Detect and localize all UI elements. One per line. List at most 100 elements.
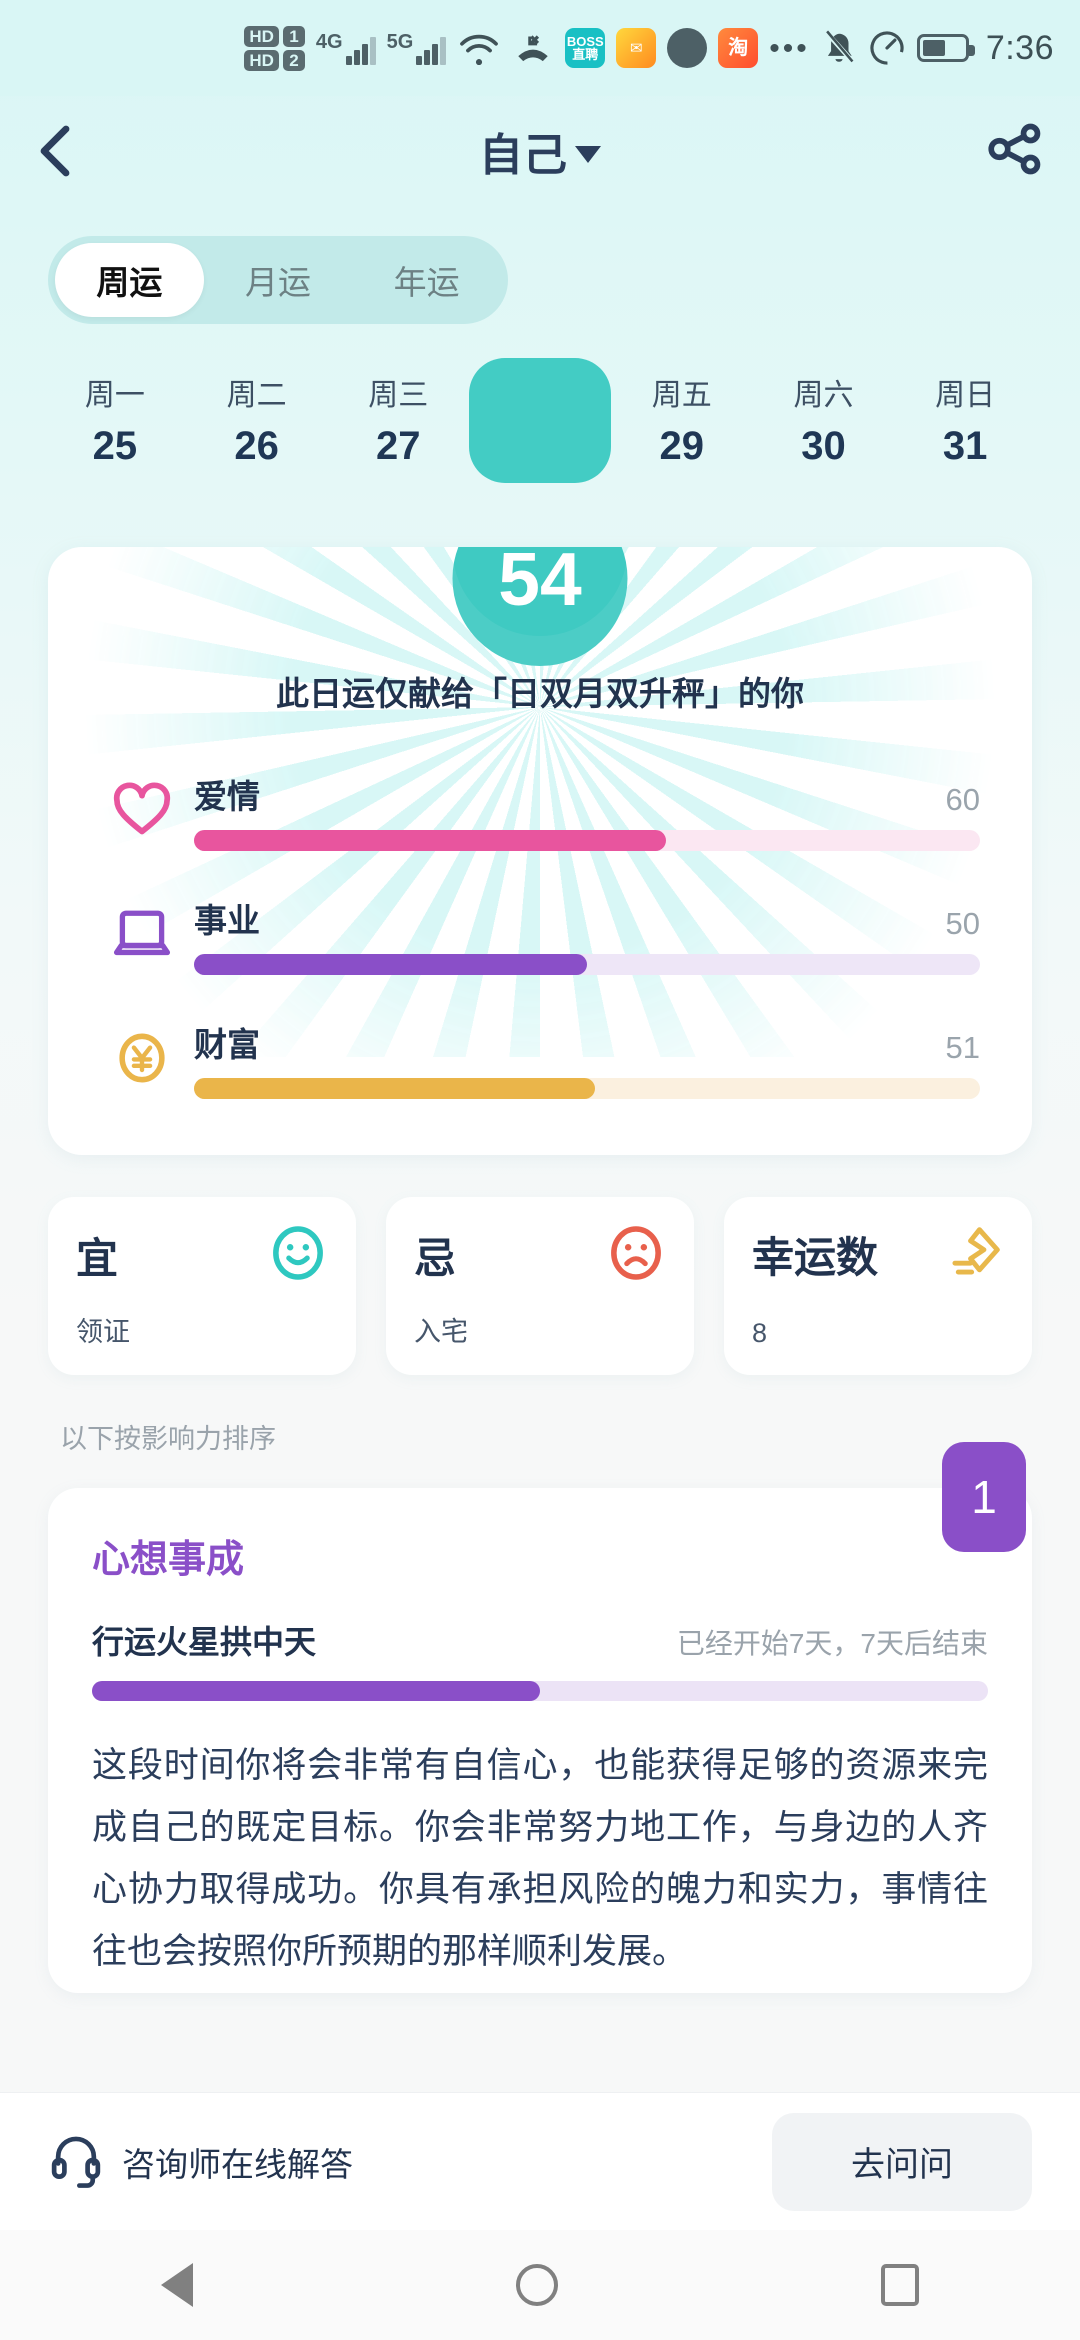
hd-label-2: HD (244, 49, 279, 71)
day-name: 周一 (84, 379, 145, 412)
day-item-today[interactable]: 周四 今天 28 (469, 358, 611, 483)
fortune-score-card: 54 此日运仅献给「日双月双升秤」的你 爱情 60 事业 50 财富 51 (48, 547, 1032, 1155)
taobao-app-icon: 淘 (718, 28, 759, 68)
stat-label: 财富 (194, 1025, 260, 1063)
day-number: 26 (234, 424, 279, 468)
nav-home-icon[interactable] (515, 2264, 558, 2306)
bell-muted-icon (821, 29, 857, 67)
day-item-5[interactable]: 周六 30 (753, 358, 895, 483)
event-subtitle: 行运火星拱中天 (92, 1624, 317, 1660)
nav-back-icon[interactable] (161, 2263, 194, 2307)
card-subtitle: 领证 (76, 1317, 130, 1347)
chat-bubble-icon (667, 28, 708, 68)
sim-number-2: 2 (282, 49, 305, 71)
day-name: 周六 (793, 379, 854, 412)
event-progress-track (92, 1681, 988, 1701)
hd-label-1: HD (244, 25, 279, 47)
event-card-wrapper: 1 心想事成 行运火星拱中天 已经开始7天，7天后结束 这段时间你将会非常有自信… (48, 1442, 1032, 1993)
consultant-bottom-bar: 咨询师在线解答 去问问 (0, 2092, 1080, 2230)
signal-bars-icon-1 (345, 35, 376, 65)
status-bar: HD 1 HD 2 4G 5G BOSS 直聘 ✉ 淘 ••• 7:36 (0, 0, 1080, 96)
event-time-label: 已经开始7天，7天后结束 (676, 1628, 988, 1659)
sim-number-1: 1 (282, 25, 305, 47)
card-title: 宜 (76, 1235, 119, 1282)
stat-bar-track (194, 1077, 980, 1099)
daily-advice-cards: 宜 领证 忌 入宅 幸运数 8 (48, 1197, 1032, 1375)
day-number: 31 (942, 424, 988, 468)
speedometer-icon (868, 29, 906, 67)
card-title: 幸运数 (752, 1234, 879, 1281)
tab-weekly[interactable]: 周运 (55, 243, 204, 317)
rank-badge: 1 (942, 1442, 1026, 1552)
day-name: 周三 (368, 379, 429, 412)
day-item-0[interactable]: 周一 25 (44, 358, 186, 483)
stat-row-career: 事业 50 (48, 879, 1032, 989)
stat-value: 60 (945, 781, 980, 817)
battery-icon (916, 34, 975, 62)
day-number: 30 (801, 424, 846, 468)
lucky-marker-icon (946, 1223, 1004, 1286)
heart-icon (100, 781, 184, 839)
overflow-dots-icon: ••• (769, 31, 810, 65)
day-number: 25 (92, 424, 138, 468)
nav-recents-icon[interactable] (880, 2264, 919, 2306)
boss-zhipin-app-icon: BOSS 直聘 (565, 28, 606, 68)
page-title-group: 自己 (0, 119, 1080, 183)
android-navigation-bar (0, 2230, 1080, 2340)
signal-bars-icon-2 (416, 35, 447, 65)
day-number: 29 (659, 424, 704, 468)
period-tabs: 周运 月运 年运 (48, 236, 508, 324)
stat-label: 事业 (194, 901, 260, 939)
stat-label: 爱情 (194, 777, 260, 815)
ask-button[interactable]: 去问问 (772, 2112, 1032, 2211)
stat-bar-fill (194, 1077, 595, 1099)
stat-bar-fill (194, 829, 666, 851)
day-item-2[interactable]: 周三 27 (327, 358, 469, 483)
card-lucky-number[interactable]: 幸运数 8 (724, 1197, 1032, 1375)
day-item-4[interactable]: 周五 29 (611, 358, 753, 483)
headset-icon (48, 2130, 104, 2193)
stat-row-love: 爱情 60 (48, 755, 1032, 865)
caret-down-icon[interactable] (575, 145, 601, 163)
score-subtitle: 此日运仅献给「日双月双升秤」的你 (276, 675, 804, 712)
signal-indicator-2: 5G (387, 32, 447, 65)
day-name: 周二 (226, 379, 287, 412)
stat-bar-track (194, 953, 980, 975)
network-type-1: 4G (315, 30, 343, 53)
share-button[interactable] (984, 118, 1046, 185)
day-item-1[interactable]: 周二 26 (186, 358, 328, 483)
sort-note: 以下按影响力排序 (60, 1424, 276, 1454)
app-header: 自己 (0, 96, 1080, 206)
signal-indicator-1: 4G (316, 32, 376, 65)
card-auspicious[interactable]: 宜 领证 (48, 1197, 356, 1375)
day-name: 周日 (935, 379, 996, 412)
card-title: 忌 (414, 1235, 457, 1282)
stat-bar-fill (194, 953, 587, 975)
event-body-text: 这段时间你将会非常有自信心，也能获得足够的资源来完成自己的既定目标。你会非常努力… (92, 1746, 988, 1971)
tab-yearly[interactable]: 年运 (352, 243, 501, 317)
day-number: 27 (376, 424, 421, 468)
mail-app-icon: ✉ (616, 28, 657, 68)
clock-time: 7:36 (985, 28, 1054, 67)
stat-row-wealth: 财富 51 (48, 1003, 1032, 1113)
day-name: 周五 (651, 379, 712, 412)
day-item-6[interactable]: 周日 31 (894, 358, 1036, 483)
boss-line-2: 直聘 (572, 47, 599, 62)
card-subtitle: 8 (752, 1318, 768, 1348)
stat-value: 51 (945, 1029, 980, 1065)
consultant-text: 咨询师在线解答 (122, 2145, 353, 2183)
stat-value: 50 (945, 905, 980, 941)
back-button[interactable] (34, 116, 104, 186)
hd-sim-indicators: HD 1 HD 2 (244, 25, 305, 71)
laptop-icon (100, 906, 184, 962)
event-progress-fill (92, 1681, 540, 1701)
week-day-selector: 周一 25 周二 26 周三 27 周四 今天 28 周五 29 周六 30 周… (0, 358, 1080, 483)
card-inauspicious[interactable]: 忌 入宅 (386, 1197, 694, 1375)
stat-bar-track (194, 829, 980, 851)
card-subtitle: 入宅 (414, 1317, 468, 1347)
event-title: 心想事成 (92, 1539, 245, 1581)
wifi-icon (457, 31, 501, 65)
smiley-sad-icon (606, 1223, 666, 1288)
event-card[interactable]: 心想事成 行运火星拱中天 已经开始7天，7天后结束 这段时间你将会非常有自信心，… (48, 1488, 1032, 1993)
tab-monthly[interactable]: 月运 (204, 243, 353, 317)
